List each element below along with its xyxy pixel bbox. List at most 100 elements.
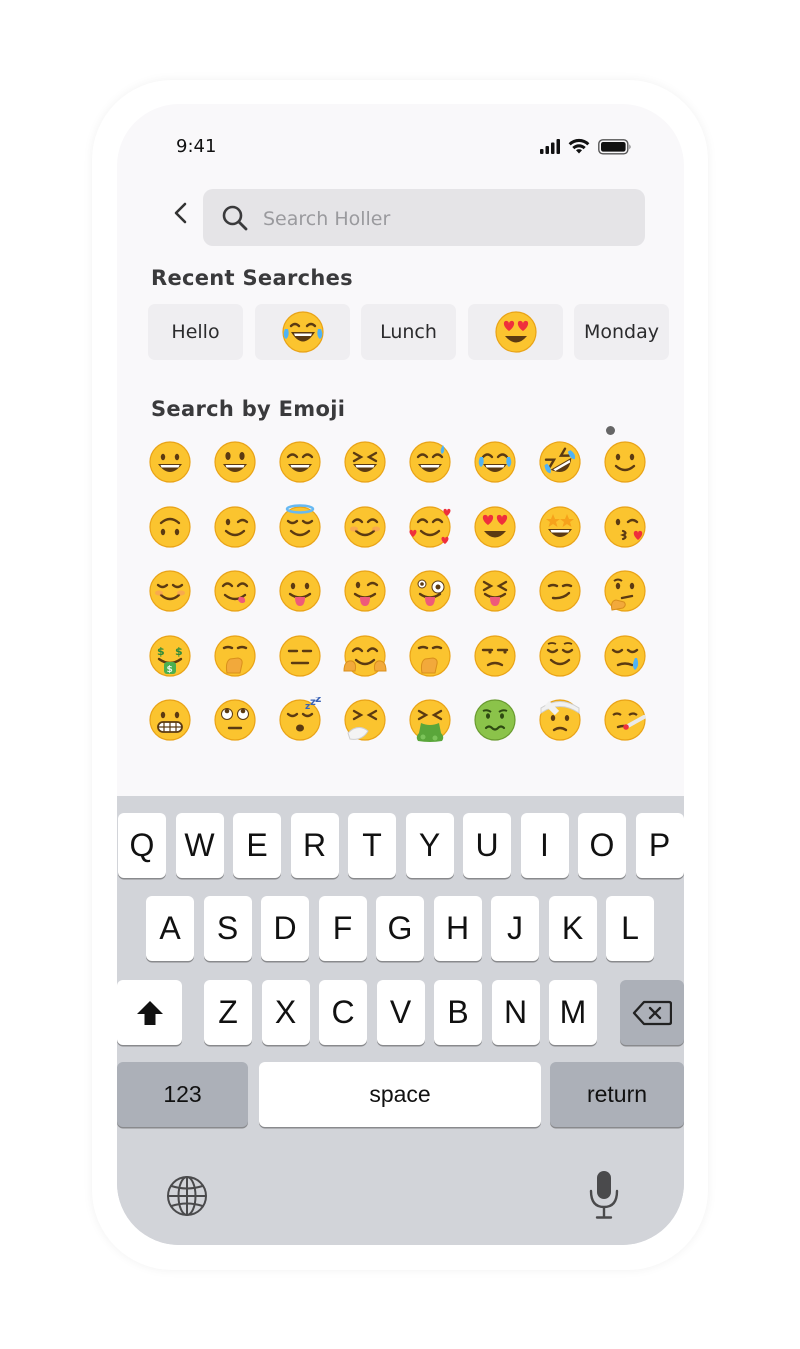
numbers-key[interactable]: 123	[117, 1062, 248, 1127]
emoji-sleeping-face-icon[interactable]: zzz	[277, 692, 323, 743]
key-z[interactable]: Z	[204, 980, 252, 1045]
emoji-zany-face-icon[interactable]	[407, 568, 453, 614]
svg-text:$: $	[167, 665, 173, 675]
key-o[interactable]: O	[578, 813, 626, 878]
emoji-grinning-squinting-face-icon[interactable]	[342, 439, 388, 485]
scroll-indicator	[606, 426, 615, 435]
recent-chip-monday[interactable]: Monday	[574, 304, 669, 360]
emoji-face-with-head-bandage-icon[interactable]	[537, 697, 583, 743]
key-b[interactable]: B	[434, 980, 482, 1045]
recent-searches-title: Recent Searches	[151, 266, 353, 290]
emoji-hugging-face-icon[interactable]	[342, 633, 388, 679]
emoji-hand-over-mouth-icon[interactable]	[407, 633, 453, 679]
emoji-smirking-face-icon[interactable]	[537, 568, 583, 614]
emoji-face-with-tongue-icon[interactable]	[277, 568, 323, 614]
emoji-grinning-face-icon[interactable]	[147, 439, 193, 485]
emoji-slightly-smiling-face-icon[interactable]	[602, 439, 648, 485]
key-k[interactable]: K	[548, 896, 597, 961]
key-i[interactable]: I	[520, 813, 569, 878]
search-bar[interactable]	[203, 189, 645, 246]
emoji-thinking-face-icon[interactable]	[602, 568, 648, 614]
signal-icon	[540, 139, 560, 154]
emoji-money-mouth-face-icon[interactable]: $ $ $	[147, 633, 193, 679]
recent-chip-label: Hello	[171, 321, 220, 343]
emoji-rolling-on-floor-laughing-icon[interactable]	[537, 439, 583, 485]
battery-icon	[598, 139, 631, 155]
key-n[interactable]: N	[491, 980, 540, 1045]
emoji-face-vomiting-icon[interactable]	[407, 697, 453, 743]
emoji-upside-down-face-icon[interactable]	[147, 504, 193, 550]
key-d[interactable]: D	[261, 896, 309, 961]
key-y[interactable]: Y	[405, 813, 454, 878]
emoji-relieved-face-icon[interactable]	[537, 633, 583, 679]
emoji-sneezing-face-icon[interactable]	[342, 697, 388, 743]
shift-icon	[136, 1000, 163, 1025]
key-r[interactable]: R	[290, 813, 339, 878]
emoji-smiling-face-with-halo-icon[interactable]	[277, 503, 323, 550]
emoji-winking-face-icon[interactable]	[212, 504, 258, 550]
delete-key[interactable]	[620, 980, 684, 1045]
key-t[interactable]: T	[348, 813, 396, 878]
key-s[interactable]: S	[203, 896, 252, 961]
emoji-face-blowing-kiss-icon[interactable]	[602, 504, 648, 550]
emoji-unamused-face-icon[interactable]	[472, 633, 518, 679]
key-q[interactable]: Q	[118, 813, 166, 878]
emoji-grid: $ $ $ z z z	[147, 439, 657, 769]
key-j[interactable]: J	[491, 896, 539, 961]
recent-chip-lunch[interactable]: Lunch	[361, 304, 456, 360]
keyboard: Q W E R T Y U I O P A S D F G H J K L Z X C V B N M 123 space return	[117, 796, 684, 1245]
emoji-sleepy-face-icon[interactable]	[602, 633, 648, 679]
key-m[interactable]: M	[549, 980, 597, 1045]
recent-chip-label: Monday	[583, 321, 659, 343]
emoji-face-with-tears-of-joy-icon[interactable]	[472, 439, 518, 485]
svg-text:$: $	[157, 645, 165, 658]
svg-text:$: $	[175, 645, 183, 658]
key-h[interactable]: H	[433, 896, 482, 961]
key-u[interactable]: U	[463, 813, 511, 878]
globe-icon[interactable]	[165, 1174, 209, 1218]
key-f[interactable]: F	[318, 896, 367, 961]
recent-searches-list: Hello Lunch Monday	[148, 304, 684, 360]
return-key[interactable]: return	[550, 1062, 684, 1127]
status-time: 9:41	[176, 136, 217, 157]
key-g[interactable]: G	[376, 896, 424, 961]
emoji-grinning-face-with-sweat-icon[interactable]	[407, 439, 453, 485]
key-p[interactable]: P	[635, 813, 684, 878]
emoji-star-struck-icon[interactable]	[537, 504, 583, 550]
emoji-squinting-face-with-tongue-icon[interactable]	[472, 568, 518, 614]
emoji-smiling-face-icon[interactable]	[147, 568, 193, 614]
emoji-hand-over-mouth-icon[interactable]	[212, 633, 258, 679]
emoji-expressionless-face-icon[interactable]	[277, 633, 323, 679]
key-a[interactable]: A	[146, 896, 194, 961]
emoji-nauseated-face-icon[interactable]	[472, 697, 518, 743]
wifi-icon	[568, 138, 590, 154]
key-v[interactable]: V	[376, 980, 425, 1045]
recent-chip-tears-of-joy[interactable]	[255, 304, 350, 360]
recent-chip-hello[interactable]: Hello	[148, 304, 243, 360]
status-icons	[540, 138, 631, 155]
emoji-face-with-rolling-eyes-icon[interactable]	[212, 697, 258, 743]
emoji-grimacing-face-icon[interactable]	[147, 697, 193, 743]
emoji-grinning-face-smiling-eyes-icon[interactable]	[277, 439, 323, 485]
key-w[interactable]: W	[175, 813, 224, 878]
recent-chip-heart-eyes[interactable]	[468, 304, 563, 360]
emoji-face-savoring-food-icon[interactable]	[212, 568, 258, 614]
search-input[interactable]	[261, 199, 635, 238]
key-l[interactable]: L	[606, 896, 654, 961]
search-by-emoji-title: Search by Emoji	[151, 397, 346, 421]
microphone-icon[interactable]	[587, 1169, 621, 1221]
key-e[interactable]: E	[233, 813, 281, 878]
emoji-winking-face-with-tongue-icon[interactable]	[342, 568, 388, 614]
emoji-smiling-face-with-hearts-icon[interactable]	[407, 504, 453, 550]
space-key[interactable]: space	[259, 1062, 541, 1127]
key-c[interactable]: C	[319, 980, 367, 1045]
emoji-face-with-thermometer-icon[interactable]	[602, 697, 648, 743]
shift-key[interactable]	[117, 980, 182, 1045]
emoji-heart-eyes-icon[interactable]	[472, 504, 518, 550]
key-x[interactable]: X	[261, 980, 310, 1045]
back-chevron-icon[interactable]	[165, 198, 195, 228]
svg-text:z: z	[315, 697, 321, 705]
emoji-grinning-face-big-eyes-icon[interactable]	[212, 439, 258, 485]
emoji-smiling-face-with-smiling-eyes-icon[interactable]	[342, 504, 388, 550]
face-with-tears-of-joy-icon	[281, 311, 324, 353]
